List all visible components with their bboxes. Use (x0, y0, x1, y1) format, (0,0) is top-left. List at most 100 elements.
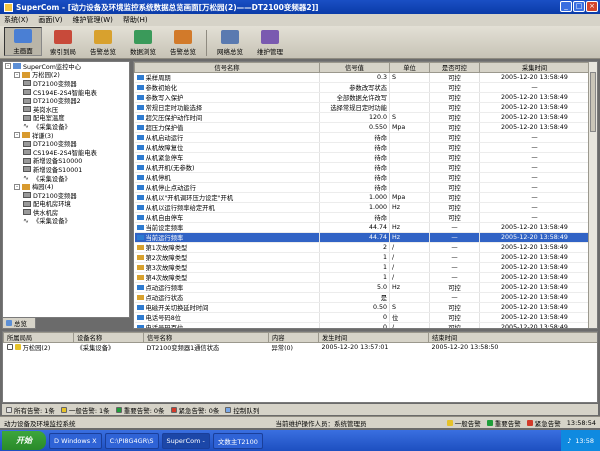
menu-view[interactable]: 画面(V) (38, 15, 62, 25)
taskbar-item-3[interactable]: 文数主T2100 (212, 432, 263, 449)
signal-name-text: 点动运行频率 (145, 285, 184, 292)
signal-control-cell: — (429, 262, 480, 273)
expand-toggle-icon[interactable]: - (5, 63, 11, 70)
table-row[interactable]: 从机紧急停车 待命 可控 — (134, 152, 590, 163)
table-row[interactable]: 从机以"开机调环压力设定"开机 1.000 Mpa 可控 — (134, 192, 590, 203)
signal-value-cell: 1 (319, 262, 390, 273)
alarm-row[interactable]: 万松园(2) 《采集设备》 DT2100变频器1通信状态 异常(0) 2005-12-2… (4, 343, 598, 352)
grid-scroll-thumb[interactable] (590, 72, 596, 132)
table-row[interactable]: 从机启动运行 待命 可控 — (134, 132, 590, 143)
table-row[interactable]: 参数初始化 参数改写状态 可控 — (134, 82, 590, 93)
menu-help[interactable]: 帮助(H) (123, 15, 148, 25)
minimize-icon[interactable]: _ (560, 1, 572, 12)
table-row[interactable]: 从机自由停车 待命 可控 — (134, 212, 590, 223)
table-row[interactable]: 电话号码百位 0/可控 2005-12-20 13:58:49 (134, 322, 590, 328)
tree-node[interactable]: 供水机房 (3, 208, 129, 217)
signal-name-cell: 采样周期 (134, 72, 320, 83)
signal-value-cell: 选择常规日定时功能 (319, 102, 390, 113)
tree-node[interactable]: 新增设备S10000 (3, 157, 129, 165)
table-row[interactable]: 当前运行频率 44.74 Hz —2005-12-20 13:58:49 (134, 232, 590, 243)
alarm-column-header[interactable]: 结束时间 (428, 332, 597, 343)
alarm-checkbox[interactable] (6, 344, 13, 350)
tree-node[interactable]: DT2100变频器 (3, 139, 129, 148)
tab-overview[interactable]: 总览 (2, 318, 36, 329)
taskbar-item-1[interactable]: C:\PI8G4GR\S (104, 432, 159, 449)
alarm-column-header[interactable]: 内容 (268, 332, 319, 343)
alarm-tab-0[interactable]: 所有告警: 1条 (6, 405, 55, 415)
tree-node[interactable]: 英岗水压 (3, 105, 129, 114)
table-row[interactable]: 第4次故障类型 1/—2005-12-20 13:58:49 (134, 272, 590, 283)
table-row[interactable]: 第1次故障类型 2/—2005-12-20 13:58:49 (134, 242, 590, 253)
table-row[interactable]: 电话号码8位 0 位可控 2005-12-20 13:58:49 (134, 312, 590, 323)
tree-node[interactable]: ∿ 《采集设备》 (3, 174, 129, 183)
expand-toggle-icon[interactable]: - (14, 132, 20, 139)
menu-maintenance[interactable]: 维护管理(W) (73, 15, 113, 25)
volume-icon[interactable]: ♪ (567, 437, 571, 445)
alarm-tab-4[interactable]: 控制队列 (225, 405, 261, 415)
toolbar-button-6[interactable]: 维护管理 (251, 27, 289, 56)
taskbar-item-2[interactable]: SuperCom - (161, 432, 210, 449)
expand-toggle-icon[interactable]: - (14, 183, 20, 190)
tree-node[interactable]: DT2100变频器 (3, 191, 129, 200)
tree-node[interactable]: DT2100变频器2 (3, 96, 129, 105)
table-row[interactable]: 从机以运行频率给定开机 1.000 Hz 可控 — (134, 202, 590, 213)
alarm-column-header[interactable]: 信号名称 (143, 332, 269, 343)
alarm-tab-2[interactable]: 重要告警: 0条 (115, 405, 165, 415)
tree-node[interactable]: 配电机房环境 (3, 200, 129, 208)
tree-node[interactable]: DT2100变频器 (3, 79, 129, 88)
maximize-icon[interactable]: □ (573, 1, 585, 12)
tree-node[interactable]: CS194E-2S4智能电表 (3, 88, 129, 97)
signal-icon (136, 255, 144, 260)
tree-node[interactable]: CS194E-2S4智能电表 (3, 148, 129, 157)
table-row[interactable]: 点动运行频率 5.0 Hz 可控 2005-12-20 13:58:49 (134, 282, 590, 293)
start-button[interactable]: 开始 (2, 431, 46, 450)
toolbar-button-1[interactable]: 索引到局 (44, 27, 82, 56)
close-icon[interactable]: × (586, 1, 598, 12)
menu-system[interactable]: 系统(X) (4, 15, 28, 25)
table-row[interactable]: 常规日定时功能选择 选择常规日定时功能 可控 2005-12-20 13:58:49 (134, 102, 590, 113)
table-row[interactable]: 从机停止点动运行 待命 可控 — (134, 182, 590, 193)
table-row[interactable]: 从机开机(无参数) 待命 可控 — (134, 162, 590, 173)
grid-column-header[interactable]: 是否可控 (429, 62, 480, 73)
signal-name: 参数初始化 (136, 83, 318, 92)
tree-node[interactable]: 配电室温度 (3, 114, 129, 122)
window-titlebar[interactable]: SuperCom - [动力设备及环境监控系统数据总览画面[万松园(2)——DT… (0, 0, 600, 14)
tree-node[interactable]: - 梅园(4) (3, 182, 129, 191)
alarm-tab-1[interactable]: 一般告警: 1条 (60, 405, 110, 415)
tree-node[interactable]: ∿ 《采集设备》 (3, 217, 129, 225)
toolbar-button-4[interactable]: 告警总览 (164, 27, 202, 56)
table-row[interactable]: 从机故障复位 待命 可控 — (134, 142, 590, 153)
grid-column-header[interactable]: 采集时间 (479, 62, 590, 73)
alarm-column-header[interactable]: 设备名称 (73, 332, 144, 343)
table-row[interactable]: 参数写入保护 全部数据允许改写 可控 2005-12-20 13:58:49 (134, 92, 590, 103)
table-row[interactable]: 第3次故障类型 1/—2005-12-20 13:58:49 (134, 262, 590, 273)
tree-node[interactable]: 新增设备S10001 (3, 165, 129, 174)
alarm-tab-3[interactable]: 紧急告警: 0条 (170, 405, 219, 415)
table-row[interactable]: 超压力保护值 0.550 Mpa 可控 2005-12-20 13:58:49 (134, 122, 590, 133)
toolbar-button-2[interactable]: 告警总览 (84, 27, 122, 56)
table-row[interactable]: 第2次故障类型 1/—2005-12-20 13:58:49 (134, 252, 590, 263)
toolbar-button-3[interactable]: 数据浏览 (124, 27, 162, 56)
taskbar-item-0[interactable]: D Windows X (49, 432, 102, 449)
signal-control-cell: 可控 (429, 302, 480, 313)
table-row[interactable]: 从机停机 待命 可控 — (134, 172, 590, 183)
grid-column-header[interactable]: 信号名称 (134, 62, 320, 73)
grid-column-header[interactable]: 单位 (389, 62, 430, 73)
table-row[interactable]: 采样周期 0.3 S 可控 2005-12-20 13:58:49 (134, 72, 590, 83)
alarm-column-header[interactable]: 所属局局 (3, 332, 74, 343)
toolbar-button-5[interactable]: 网络总览 (211, 27, 249, 56)
table-row[interactable]: 点动运行状态 是 —2005-12-20 13:58:49 (134, 292, 590, 303)
status-level-label: 重要告警 (494, 419, 521, 428)
tree-node[interactable]: - 万松园(2) (3, 71, 129, 79)
tree-node[interactable]: - SuperCom监控中心 (3, 62, 129, 71)
tree-node[interactable]: ∿ 《采集设备》 (3, 122, 129, 131)
toolbar-button-0[interactable]: 主画面 (4, 27, 42, 56)
grid-scrollbar[interactable] (588, 62, 597, 328)
tree-node[interactable]: - 祥谦(3) (3, 131, 129, 140)
grid-column-header[interactable]: 信号值 (319, 62, 390, 73)
table-row[interactable]: 电磁开关切换延时时间 0.50 S 可控 2005-12-20 13:58:49 (134, 302, 590, 313)
table-row[interactable]: 当前设定频率 44.74 Hz —2005-12-20 13:58:49 (134, 222, 590, 233)
alarm-column-header[interactable]: 发生时间 (318, 332, 429, 343)
table-row[interactable]: 超欠压保护动作时间 120.0 S 可控 2005-12-20 13:58:49 (134, 112, 590, 123)
expand-toggle-icon[interactable]: - (14, 71, 20, 78)
